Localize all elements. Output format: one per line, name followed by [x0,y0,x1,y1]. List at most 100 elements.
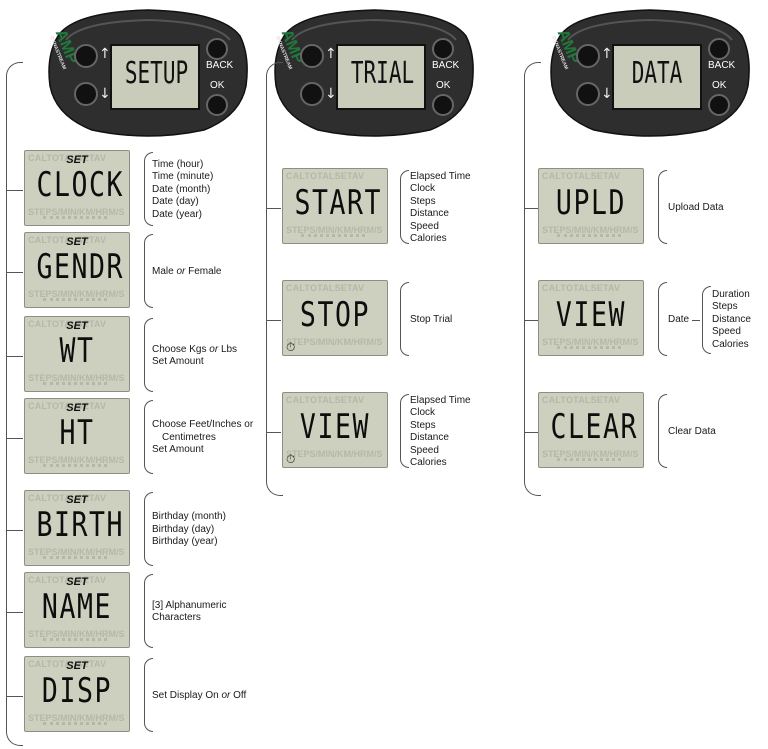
lcd-bar-segments [43,722,107,729]
list-item: Male or Female [152,265,222,277]
device-screen-text: DATA [631,56,683,91]
device-screen: TRIAL [336,44,426,110]
lcd-screen: CALTOTALSETAV STEPS/MIN/KM/HRM/S SET CLOCK [24,150,130,226]
lcd-screen-text: VIEW [555,295,627,335]
list-item: Speed [712,326,741,338]
ok-label: OK [712,80,727,91]
down-button[interactable] [74,82,98,106]
lcd-bar-segments [43,298,107,305]
lcd-screen-text: UPLD [555,183,627,223]
list-item: Choose Kgs or Lbs [152,343,238,355]
bracket [400,170,409,244]
down-arrow-icon: ↓ [601,86,613,102]
device-screen-text: TRIAL [350,56,415,91]
list-item: Elapsed Time [410,170,471,182]
device-setup: AMP DYNASTREAM ↑ ↓ SETUP BACK OK [44,8,252,137]
lcd-ghost-top: CALTOTALSETAV [286,283,365,293]
list-item: Clear Data [668,426,716,437]
bracket [702,286,711,354]
setup-trunk [6,62,23,746]
list-item: Set Amount [152,356,204,367]
up-button[interactable] [74,44,98,68]
list-item: Steps [410,419,436,431]
list-item: Set Display On or Off [152,689,247,701]
lcd-screen: CALTOTALSETAV STEPS/MIN/KM/HRM/S VIEW [538,280,644,356]
list-item: Duration [712,288,750,300]
lcd-screen-text: NAME [41,587,113,627]
lcd-bar-segments [557,234,621,241]
lcd-bar-segments [43,382,107,389]
down-arrow-icon: ↓ [325,86,337,102]
lcd-screen: CALTOTALSETAV STEPS/MIN/KM/HRM/S SET DISP [24,656,130,732]
list-item: Date (day) [152,196,199,208]
list-item: Distance [712,313,751,325]
list-item: Centimetres [162,431,216,443]
ok-label: OK [436,80,451,91]
lcd-screen: CALTOTALSETAV STEPS/MIN/KM/HRM/S START [282,168,388,244]
lcd-ghost-top: CALTOTALSETAV [542,171,621,181]
list-item: Steps [410,195,436,207]
connector-line [267,432,281,433]
up-button[interactable] [300,44,324,68]
ok-button[interactable] [708,94,730,116]
stopwatch-icon: ⏱ [286,340,296,354]
lcd-screen: CALTOTALSETAV STEPS/MIN/KM/HRM/S UPLD [538,168,644,244]
ok-button[interactable] [432,94,454,116]
stopwatch-icon: ⏱ [286,452,296,466]
list-item: Characters [152,612,201,623]
lcd-screen-text: CLEAR [550,407,639,447]
down-button[interactable] [300,82,324,106]
lcd-screen-text: CLOCK [36,165,125,205]
device-data: AMP DYNASTREAM ↑ ↓ DATA BACK OK [546,8,754,137]
connector-line [7,272,23,273]
lcd-screen: CALTOTALSETAV STEPS/MIN/KM/HRM/S SET NAME [24,572,130,648]
lcd-bar-segments [43,638,107,645]
down-button[interactable] [576,82,600,106]
back-button[interactable] [432,38,454,60]
ok-button[interactable] [206,94,228,116]
device-screen: SETUP [110,44,200,110]
lcd-bar-segments [43,464,107,471]
lcd-screen-text: BIRTH [36,505,125,545]
back-label: BACK [708,60,736,71]
lcd-screen: CALTOTALSETAV STEPS/MIN/KM/HRM/S STOP ⏱ [282,280,388,356]
lcd-bar-segments [557,346,621,353]
list-item: Choose Feet/Inches or [152,419,254,431]
up-arrow-icon: ↑ [99,46,111,62]
lcd-screen-text: HT [59,413,95,453]
connector-line [525,320,539,321]
lcd-ghost-top: CALTOTALSETAV [542,395,621,405]
list-item: [3] Alphanumeric [152,599,227,611]
bracket [658,394,667,468]
list-item: Set Amount [152,444,204,456]
lcd-screen-text: DISP [41,671,113,711]
lcd-ghost-top: CALTOTALSETAV [286,395,365,405]
list-item: Birthday (year) [152,536,218,548]
lcd-screen-text: STOP [299,295,371,335]
up-button[interactable] [576,44,600,68]
list-item: Time (minute) [152,171,214,183]
connector-line [267,208,281,209]
list-item: Distance [410,208,449,219]
ok-label: OK [210,80,225,91]
device-screen: DATA [612,44,702,110]
list-item: Calories [410,457,447,468]
trial-trunk [266,62,283,496]
lcd-screen-text: START [294,183,383,223]
back-button[interactable] [206,38,228,60]
list-item: Distance [410,432,449,443]
lcd-ghost-top: CALTOTALSETAV [542,283,621,293]
connector-line [7,190,23,191]
list-item: Speed [410,444,439,456]
connector-line [525,208,539,209]
up-arrow-icon: ↑ [601,46,613,62]
back-button[interactable] [708,38,730,60]
connector-line [7,612,23,613]
list-item: Clock [410,407,436,418]
lcd-screen: CALTOTALSETAV STEPS/MIN/KM/HRM/S SET GENDR [24,232,130,308]
lcd-screen: CALTOTALSETAV STEPS/MIN/KM/HRM/S SET WT [24,316,130,392]
list-item: Stop Trial [410,313,453,325]
list-item: Date (year) [152,208,203,220]
up-arrow-icon: ↑ [325,46,337,62]
lcd-ghost-top: CALTOTALSETAV [286,171,365,181]
